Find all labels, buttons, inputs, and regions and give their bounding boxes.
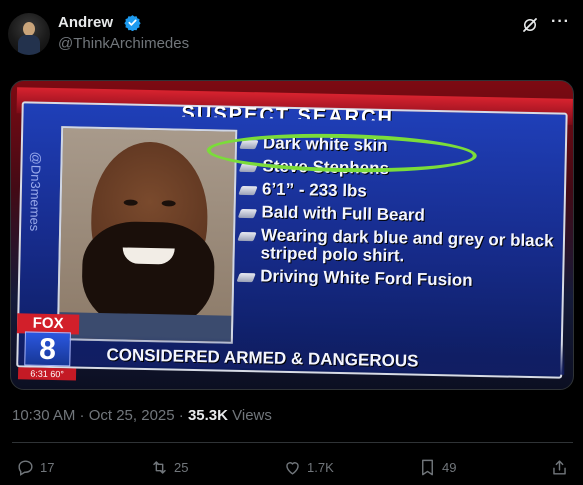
like-button[interactable]: 1.7K bbox=[283, 456, 334, 478]
list-item: Wearing dark blue and grey or black stri… bbox=[237, 225, 559, 269]
bookmark-icon bbox=[422, 459, 433, 475]
bookmark-count: 49 bbox=[442, 459, 457, 475]
post-header: Andrew @ThinkArchimedes ··· bbox=[8, 8, 575, 58]
bullet-icon bbox=[237, 231, 257, 242]
verified-badge-icon bbox=[124, 15, 141, 31]
suspect-photo bbox=[56, 126, 238, 344]
user-handle[interactable]: @ThinkArchimedes bbox=[58, 35, 189, 52]
timestamp-text[interactable]: 10:30 AM · Oct 25, 2025 · bbox=[12, 407, 188, 424]
photo-eye-right bbox=[161, 200, 176, 207]
reply-icon bbox=[18, 459, 33, 476]
share-icon bbox=[553, 459, 566, 475]
more-icon[interactable]: ··· bbox=[551, 14, 571, 34]
list-item: Bald with Full Beard bbox=[237, 202, 559, 228]
bookmark-button[interactable]: 49 bbox=[418, 456, 456, 478]
divider bbox=[12, 442, 573, 443]
photo-eye-left bbox=[123, 199, 138, 206]
bullet-icon bbox=[236, 272, 256, 283]
reply-count: 17 bbox=[40, 459, 55, 475]
graphic-title: SUSPECT SEARCH bbox=[181, 102, 395, 130]
list-item-text: 6’1” - 233 lbs bbox=[261, 179, 368, 201]
like-icon bbox=[286, 461, 299, 475]
grok-icon[interactable] bbox=[521, 16, 539, 34]
post-image[interactable]: SUSPECT SEARCH @Dn3memes Dark white skin… bbox=[10, 80, 574, 390]
list-item: Driving White Ford Fusion bbox=[236, 266, 558, 292]
list-item-text: Driving White Ford Fusion bbox=[259, 266, 473, 290]
repost-button[interactable]: 25 bbox=[150, 456, 188, 478]
logo-number: 8 bbox=[24, 331, 71, 367]
repost-count: 25 bbox=[174, 459, 189, 475]
watermark: @Dn3memes bbox=[27, 151, 44, 232]
bullet-icon bbox=[238, 185, 258, 196]
avatar-body bbox=[18, 35, 40, 55]
avatar-head bbox=[23, 22, 35, 36]
station-logo: FOX 8 6:31 60° bbox=[16, 313, 80, 381]
bullet-icon bbox=[237, 208, 258, 219]
list-item-text: Bald with Full Beard bbox=[261, 202, 426, 225]
tv-screen: SUSPECT SEARCH @Dn3memes Dark white skin… bbox=[11, 83, 573, 389]
graphic-frame: SUSPECT SEARCH @Dn3memes Dark white skin… bbox=[16, 101, 568, 381]
action-bar: 17 25 1.7K 49 bbox=[0, 456, 583, 478]
views-label: Views bbox=[227, 407, 272, 424]
views-count: 35.3K bbox=[187, 407, 228, 424]
repost-icon bbox=[153, 460, 166, 474]
reply-button[interactable]: 17 bbox=[16, 456, 54, 478]
list-item: 6’1” - 233 lbs bbox=[238, 179, 560, 205]
like-count: 1.7K bbox=[307, 459, 334, 475]
logo-time: 6:31 60° bbox=[17, 367, 77, 381]
list-item-text: Wearing dark blue and grey or black stri… bbox=[260, 225, 554, 266]
post-timestamp[interactable]: 10:30 AM · Oct 25, 2025 · 35.3K Views bbox=[12, 407, 272, 424]
avatar[interactable] bbox=[8, 13, 50, 55]
share-button[interactable] bbox=[550, 456, 574, 478]
display-name[interactable]: Andrew bbox=[58, 14, 113, 31]
